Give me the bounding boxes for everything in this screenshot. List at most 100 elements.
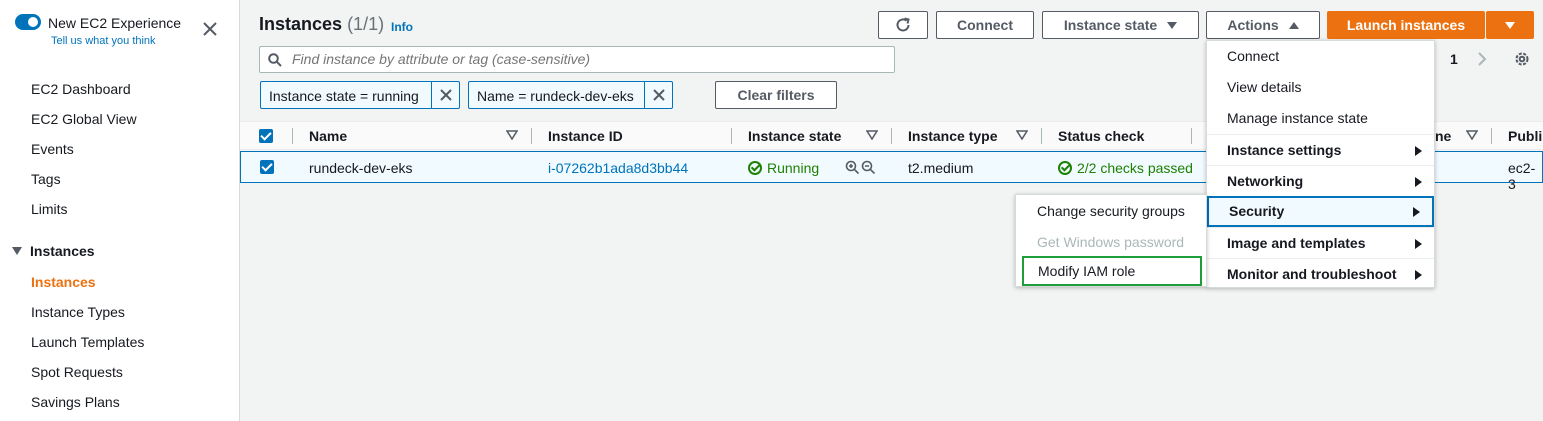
close-icon xyxy=(652,89,665,101)
filter-token-state: Instance state = running xyxy=(260,81,460,109)
nav-tags[interactable]: Tags xyxy=(31,171,61,187)
nav-ec2-dashboard[interactable]: EC2 Dashboard xyxy=(31,81,131,97)
instance-count: (1/1) xyxy=(347,14,385,34)
status-check-value: 2/2 checks passed xyxy=(1077,160,1193,176)
cell-instance-state: Running xyxy=(748,160,819,176)
chevron-right-icon[interactable] xyxy=(1476,51,1488,67)
column-header-status-check[interactable]: Status check xyxy=(1058,128,1144,144)
info-link[interactable]: Info xyxy=(391,20,413,34)
sort-icon[interactable] xyxy=(1016,130,1028,140)
select-all-checkbox[interactable] xyxy=(259,129,273,143)
column-header-instance-type[interactable]: Instance type xyxy=(908,128,997,144)
menu-item-connect[interactable]: Connect xyxy=(1207,41,1434,72)
nav-instance-types[interactable]: Instance Types xyxy=(31,304,125,320)
instance-state-value: Running xyxy=(767,160,820,176)
sort-icon[interactable] xyxy=(506,130,518,140)
cell-instance-id-link[interactable]: i-07262b1ada8d3bb44 xyxy=(548,160,688,176)
column-divider xyxy=(891,128,892,144)
instance-state-label: Instance state xyxy=(1063,17,1158,33)
security-submenu: Change security groups Get Windows passw… xyxy=(1015,194,1207,287)
close-icon[interactable] xyxy=(199,18,221,40)
search-icon xyxy=(268,53,282,67)
column-header-public[interactable]: Publi xyxy=(1508,128,1542,144)
new-experience-toggle[interactable] xyxy=(15,14,41,30)
nav-section-instances[interactable]: Instances xyxy=(12,243,95,259)
caret-up-icon xyxy=(1288,21,1299,29)
nav-ec2-global-view[interactable]: EC2 Global View xyxy=(31,111,137,127)
connect-button[interactable]: Connect xyxy=(936,11,1034,39)
filter-token-label: Name = rundeck-dev-eks xyxy=(477,88,634,104)
remove-filter-button[interactable] xyxy=(431,82,459,108)
sort-icon[interactable] xyxy=(866,130,878,140)
nav-savings-plans[interactable]: Savings Plans xyxy=(31,394,120,410)
close-icon xyxy=(439,89,452,101)
page-number[interactable]: 1 xyxy=(1450,51,1458,67)
zoom-in-icon[interactable] xyxy=(845,160,860,175)
menu-item-label: Networking xyxy=(1227,173,1304,189)
nav-section-label: Instances xyxy=(30,243,95,259)
column-divider xyxy=(292,128,293,144)
gear-icon[interactable] xyxy=(1513,50,1531,68)
menu-item-manage-instance-state[interactable]: Manage instance state xyxy=(1207,103,1434,134)
caret-right-icon xyxy=(1415,239,1422,249)
column-divider xyxy=(1191,128,1192,144)
refresh-icon xyxy=(896,17,910,32)
column-header-partial[interactable]: ne xyxy=(1435,128,1451,144)
menu-item-label: Instance settings xyxy=(1227,142,1342,158)
nav-instances[interactable]: Instances xyxy=(31,274,96,290)
row-checkbox[interactable] xyxy=(260,160,274,174)
remove-filter-button[interactable] xyxy=(644,82,672,108)
caret-down-icon xyxy=(1505,21,1515,29)
cell-status-check: 2/2 checks passed xyxy=(1058,160,1193,176)
feedback-link[interactable]: Tell us what you think xyxy=(51,35,156,47)
refresh-button[interactable] xyxy=(878,11,928,39)
instance-state-button[interactable]: Instance state xyxy=(1042,11,1199,39)
submenu-item-change-security-groups[interactable]: Change security groups xyxy=(1016,196,1206,226)
check-circle-icon xyxy=(748,161,762,175)
launch-instances-button[interactable]: Launch instances xyxy=(1327,11,1485,39)
nav-spot-requests[interactable]: Spot Requests xyxy=(31,364,123,380)
menu-item-label: Security xyxy=(1229,203,1285,219)
column-divider xyxy=(1491,128,1492,144)
nav-limits[interactable]: Limits xyxy=(31,201,68,217)
clear-filters-button[interactable]: Clear filters xyxy=(715,81,837,109)
cell-name: rundeck-dev-eks xyxy=(309,160,413,176)
filter-token-name: Name = rundeck-dev-eks xyxy=(468,81,673,109)
search-input[interactable] xyxy=(292,51,882,67)
menu-item-security[interactable]: Security xyxy=(1207,196,1434,227)
column-header-instance-state[interactable]: Instance state xyxy=(748,128,841,144)
menu-item-image-and-templates[interactable]: Image and templates xyxy=(1207,227,1434,258)
caret-right-icon xyxy=(1413,207,1420,217)
search-box[interactable] xyxy=(259,46,895,73)
column-header-name[interactable]: Name xyxy=(309,128,347,144)
caret-right-icon xyxy=(1415,270,1422,280)
menu-item-view-details[interactable]: View details xyxy=(1207,72,1434,103)
caret-right-icon xyxy=(1415,146,1422,156)
caret-down-icon xyxy=(12,247,22,255)
menu-item-label: Image and templates xyxy=(1227,235,1366,251)
actions-label: Actions xyxy=(1227,17,1279,33)
sidebar: New EC2 Experience Tell us what you thin… xyxy=(0,0,240,421)
menu-item-label: Monitor and troubleshoot xyxy=(1227,266,1397,282)
zoom-out-icon[interactable] xyxy=(861,160,876,175)
nav-events[interactable]: Events xyxy=(31,141,74,157)
nav-launch-templates[interactable]: Launch Templates xyxy=(31,334,144,350)
menu-item-monitor-and-troubleshoot[interactable]: Monitor and troubleshoot xyxy=(1207,258,1434,289)
column-divider xyxy=(531,128,532,144)
new-experience-title: New EC2 Experience xyxy=(48,15,182,31)
launch-dropdown-button[interactable] xyxy=(1486,11,1534,39)
menu-item-instance-settings[interactable]: Instance settings xyxy=(1207,134,1434,165)
submenu-item-modify-iam-role[interactable]: Modify IAM role xyxy=(1022,256,1202,286)
column-header-instance-id[interactable]: Instance ID xyxy=(548,128,623,144)
cell-public-dns: ec2-3 xyxy=(1508,160,1536,192)
page-title-text: Instances xyxy=(259,14,343,34)
menu-item-networking[interactable]: Networking xyxy=(1207,165,1434,196)
caret-right-icon xyxy=(1415,177,1422,187)
filter-token-label: Instance state = running xyxy=(269,88,419,104)
check-circle-icon xyxy=(1058,161,1072,175)
caret-down-icon xyxy=(1167,21,1178,29)
submenu-item-get-windows-password: Get Windows password xyxy=(1037,234,1185,250)
actions-button[interactable]: Actions xyxy=(1206,11,1320,39)
cell-instance-type: t2.medium xyxy=(908,160,974,176)
sort-icon[interactable] xyxy=(1466,130,1478,140)
